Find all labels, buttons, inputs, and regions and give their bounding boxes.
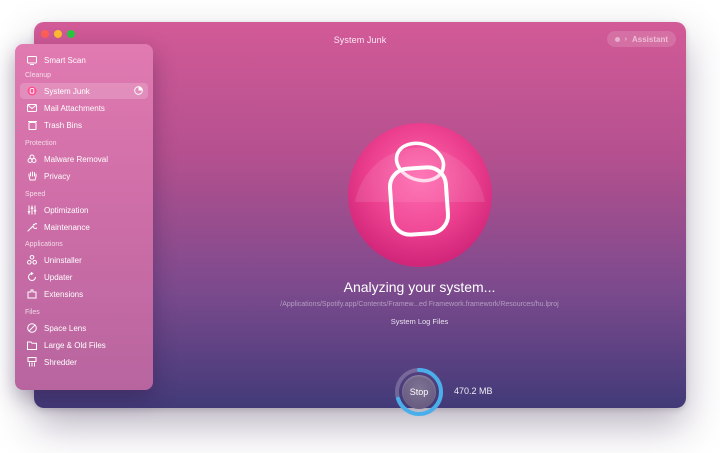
progress-pie-icon xyxy=(134,85,143,97)
uninstaller-icon xyxy=(24,255,40,265)
sidebar-item-label: Shredder xyxy=(44,357,77,367)
sidebar-item-updater[interactable]: Updater xyxy=(20,269,148,285)
sidebar-item-space-lens[interactable]: Space Lens xyxy=(20,320,148,336)
system-junk-icon xyxy=(24,86,40,96)
mail-icon xyxy=(24,104,40,112)
biohazard-icon xyxy=(24,154,40,164)
trash-icon xyxy=(24,120,40,130)
sidebar-item-label: Updater xyxy=(44,272,73,282)
updater-icon xyxy=(24,272,40,282)
sidebar-item-label: Extensions xyxy=(44,289,84,299)
lens-icon xyxy=(24,323,40,333)
sidebar-section-applications: Applications xyxy=(25,241,63,248)
sidebar-item-smart-scan[interactable]: Smart Scan xyxy=(20,52,148,68)
sidebar-item-label: Trash Bins xyxy=(44,120,82,130)
sidebar-item-mail-attachments[interactable]: Mail Attachments xyxy=(20,100,148,116)
sidebar-item-label: Uninstaller xyxy=(44,255,82,265)
sidebar-item-malware-removal[interactable]: Malware Removal xyxy=(20,151,148,167)
sidebar-section-protection: Protection xyxy=(25,140,57,147)
stop-button[interactable]: Stop xyxy=(402,375,436,409)
sidebar-item-label: Maintenance xyxy=(44,222,90,232)
sidebar-item-label: Privacy xyxy=(44,171,71,181)
sidebar-item-uninstaller[interactable]: Uninstaller xyxy=(20,252,148,268)
system-junk-hero-icon xyxy=(347,122,493,268)
stop-label: Stop xyxy=(409,387,429,397)
sidebar-item-system-junk[interactable]: System Junk xyxy=(20,83,148,99)
sidebar-item-label: Smart Scan xyxy=(44,55,86,65)
sidebar-section-cleanup: Cleanup xyxy=(25,72,52,79)
assistant-status-icon xyxy=(614,36,620,42)
assistant-button[interactable]: › Assistant xyxy=(606,31,676,47)
sidebar-item-label: Optimization xyxy=(44,205,89,215)
wrench-icon xyxy=(24,222,40,232)
analyzing-status: Analyzing your system... xyxy=(343,279,496,295)
sidebar-item-label: Malware Removal xyxy=(44,154,109,164)
shredder-icon xyxy=(24,357,40,367)
sidebar-item-optimization[interactable]: Optimization xyxy=(20,202,148,218)
chevron-right-icon: › xyxy=(624,35,627,43)
sidebar-item-shredder[interactable]: Shredder xyxy=(20,354,148,370)
hand-icon xyxy=(24,171,40,181)
sidebar: Smart Scan Cleanup System Junk Mail Atta… xyxy=(15,44,153,390)
stop-control: Stop xyxy=(394,367,444,417)
sidebar-item-label: System Junk xyxy=(44,86,90,96)
current-task: System Log Files xyxy=(390,317,449,326)
sidebar-item-label: Mail Attachments xyxy=(44,103,105,113)
smart-scan-icon xyxy=(24,55,40,65)
sidebar-item-large-old-files[interactable]: Large & Old Files xyxy=(20,337,148,353)
sidebar-item-trash-bins[interactable]: Trash Bins xyxy=(20,117,148,133)
sidebar-item-privacy[interactable]: Privacy xyxy=(20,168,148,184)
extensions-icon xyxy=(24,289,40,299)
sidebar-item-extensions[interactable]: Extensions xyxy=(20,286,148,302)
folder-icon xyxy=(24,341,40,350)
junk-size: 470.2 MB xyxy=(454,386,493,396)
sidebar-section-files: Files xyxy=(25,309,40,316)
sidebar-section-speed: Speed xyxy=(25,191,46,198)
sidebar-item-maintenance[interactable]: Maintenance xyxy=(20,219,148,235)
sliders-icon xyxy=(24,205,40,215)
sidebar-item-label: Large & Old Files xyxy=(44,340,106,350)
assistant-label: Assistant xyxy=(631,34,668,44)
sidebar-item-label: Space Lens xyxy=(44,323,87,333)
current-path: /Applications/Spotify.app/Contents/Frame… xyxy=(280,301,559,308)
